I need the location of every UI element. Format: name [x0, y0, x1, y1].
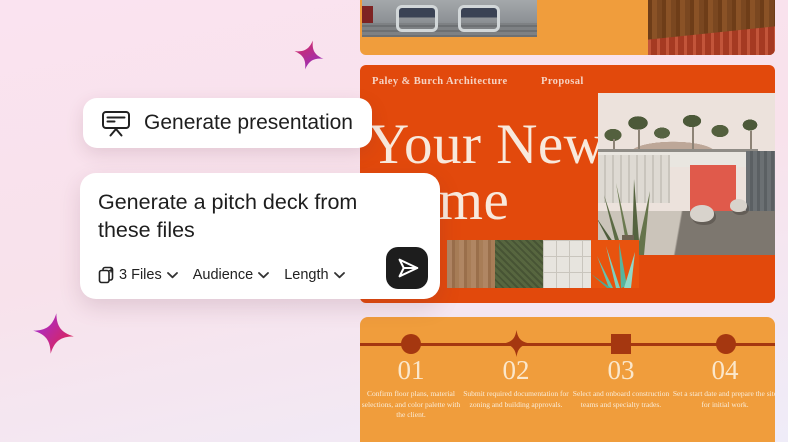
photo-rock	[730, 199, 747, 212]
files-dropdown[interactable]: 3 Files	[98, 266, 178, 284]
sparkle-icon	[294, 40, 324, 70]
photo-chairs	[362, 0, 537, 37]
step-number: 04	[711, 355, 739, 385]
timeline-step: 01 Confirm floor plans, material selecti…	[360, 355, 464, 421]
files-label: 3 Files	[119, 267, 162, 283]
send-icon	[398, 258, 419, 278]
step-number: 02	[502, 355, 530, 385]
step-marker-four-point-star	[503, 330, 530, 357]
sparkle-icon	[33, 313, 74, 354]
length-dropdown[interactable]: Length	[284, 267, 345, 283]
audience-dropdown[interactable]: Audience	[192, 267, 270, 283]
prompt-controls: 3 Files Audience Length	[98, 266, 345, 284]
photo-chair-detail	[396, 5, 438, 32]
timeline-step: 04 Set a start date and prepare the site…	[672, 355, 775, 410]
step-number: 03	[607, 355, 635, 385]
doc-type-label: Proposal	[541, 76, 584, 87]
step-description: Select and onboard construction teams an…	[572, 389, 670, 409]
photo-floor-detail	[362, 23, 537, 37]
canvas: Paley & Burch Architecture Proposal Your…	[0, 0, 788, 442]
step-marker-circle	[716, 334, 736, 354]
send-button[interactable]	[386, 247, 428, 289]
step-number: 01	[397, 355, 425, 385]
timeline-step: 03 Select and onboard construction teams…	[568, 355, 674, 410]
step-description: Set a start date and prepare the site fo…	[672, 389, 775, 409]
photo-wood-and-roof-tiles	[648, 0, 775, 55]
swatch-wood	[447, 240, 495, 288]
attach-files-icon	[98, 266, 114, 284]
step-marker-circle	[401, 334, 421, 354]
photo-chair-detail	[458, 5, 500, 32]
step-marker-square	[611, 334, 631, 354]
step-description: Submit required documentation for zoning…	[463, 389, 569, 409]
chevron-down-icon	[258, 271, 270, 278]
presentation-icon	[102, 110, 130, 136]
photo-rock	[690, 205, 714, 222]
slide-thumbnail-top	[360, 0, 775, 55]
generate-presentation-button[interactable]: Generate presentation	[83, 98, 372, 148]
swatch-white-tile	[543, 240, 591, 288]
material-swatches	[447, 240, 639, 288]
timeline-line	[360, 343, 775, 346]
length-label: Length	[284, 267, 329, 283]
slide-title-line1: Your New	[368, 113, 606, 176]
swatch-agave-plant	[591, 240, 639, 288]
prompt-card[interactable]: Generate a pitch deck from these files 3…	[80, 173, 440, 299]
audience-label: Audience	[192, 267, 254, 283]
photo-tiles-detail	[648, 26, 775, 55]
generate-presentation-label: Generate presentation	[144, 111, 353, 134]
chevron-down-icon	[333, 271, 345, 278]
timeline-step: 02 Submit required documentation for zon…	[463, 355, 569, 410]
slide-timeline: 01 Confirm floor plans, material selecti…	[360, 317, 775, 442]
photo-house-exterior	[598, 93, 775, 255]
prompt-input-text[interactable]: Generate a pitch deck from these files	[98, 188, 410, 245]
chevron-down-icon	[166, 271, 178, 278]
step-description: Confirm floor plans, material selections…	[361, 389, 461, 419]
company-name: Paley & Burch Architecture	[372, 76, 508, 87]
slide-header: Paley & Burch Architecture Proposal	[360, 65, 775, 95]
swatch-green-fabric	[495, 240, 543, 288]
